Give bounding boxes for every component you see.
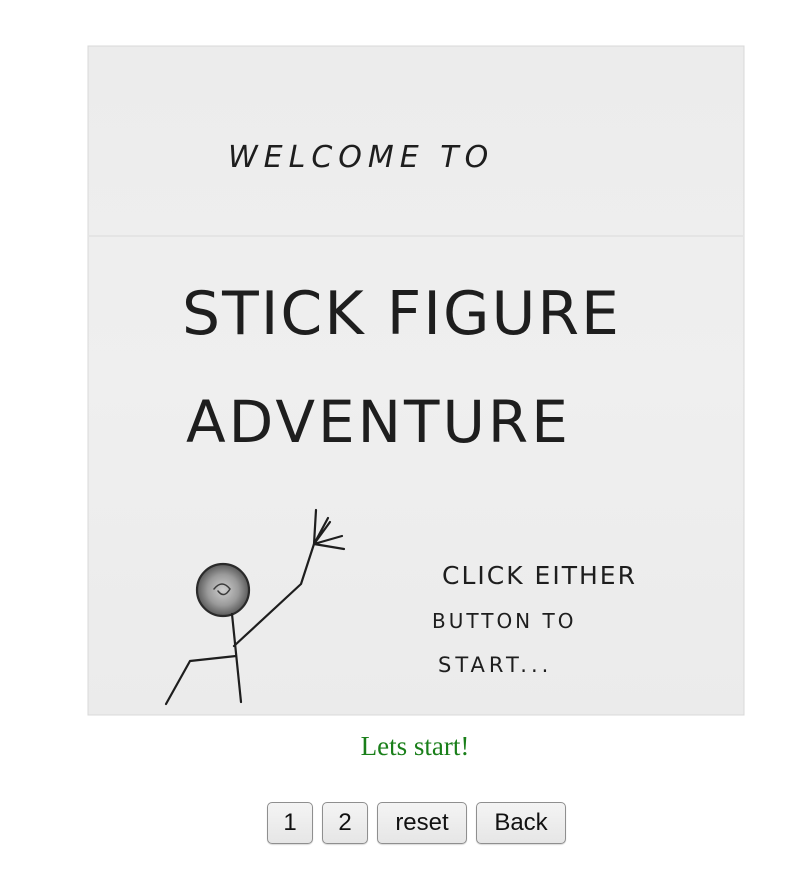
choice-2-button[interactable]: 2 (322, 802, 368, 844)
instruction-line-3: START... (438, 653, 552, 677)
scene-card: WELCOME TO STICK FIGURE ADVENTURE CLICK … (86, 44, 746, 717)
instruction-line-2: BUTTON TO (432, 609, 576, 633)
button-bar: 1 2 reset Back (267, 802, 566, 844)
welcome-text: WELCOME TO (228, 140, 494, 175)
reset-button[interactable]: reset (377, 802, 467, 844)
stick-figure-head (195, 562, 251, 618)
hand-drawn-page: WELCOME TO STICK FIGURE ADVENTURE CLICK … (87, 45, 745, 716)
title-line-1: STICK FIGURE (182, 279, 621, 349)
status-message: Lets start! (360, 731, 470, 761)
choice-1-button[interactable]: 1 (267, 802, 313, 844)
instruction-line-1: CLICK EITHER (442, 561, 637, 590)
back-button[interactable]: Back (476, 802, 566, 844)
title-line-2: ADVENTURE (186, 388, 571, 456)
